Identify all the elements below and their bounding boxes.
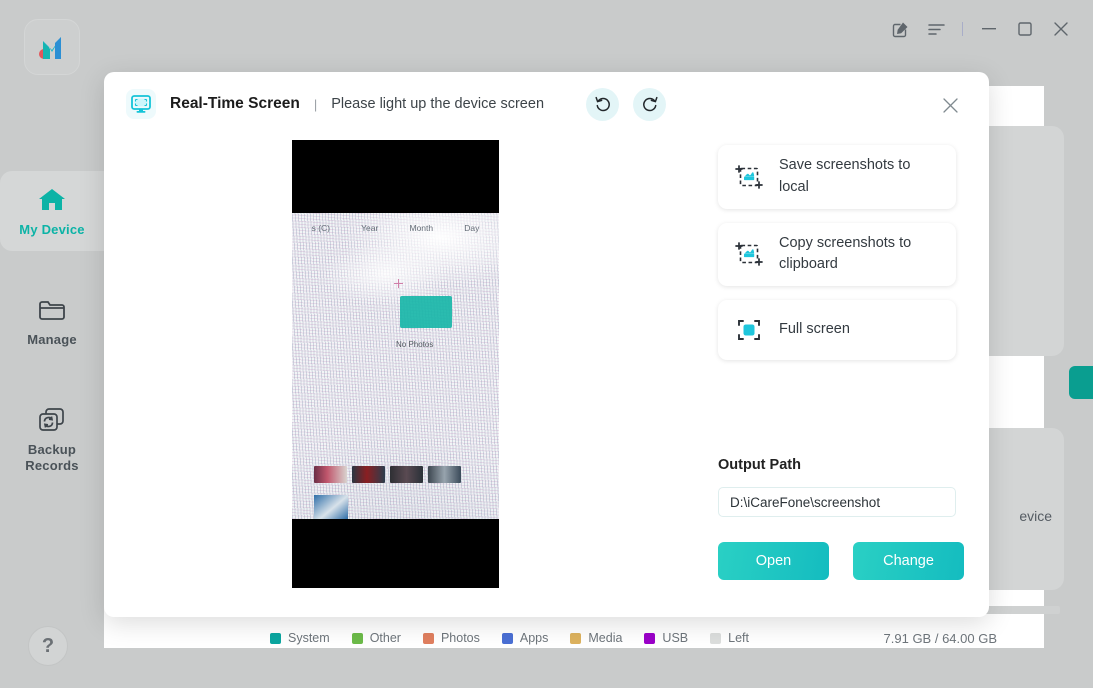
save-screenshots-button[interactable]: Save screenshots to local (718, 145, 956, 209)
action-list: Save screenshots to local Copy screensho… (718, 145, 956, 374)
output-path-input[interactable] (718, 487, 956, 517)
dialog-header: Real-Time Screen | Please light up the d… (104, 72, 989, 136)
full-screen-button[interactable]: Full screen (718, 300, 956, 360)
rotate-controls (586, 87, 667, 121)
screenshot-save-icon (735, 163, 763, 191)
preview-thumbnail-strip (314, 466, 461, 483)
preview-thumbnail (428, 466, 461, 483)
sidebar: My Device Manage Backup Records ? (0, 0, 104, 688)
help-button[interactable]: ? (28, 626, 68, 666)
dialog-button-row: Open Change (718, 542, 964, 580)
preview-tab: Year (361, 223, 379, 233)
action-label: Copy screenshots to clipboard (779, 234, 912, 273)
dialog-close-button[interactable] (939, 94, 961, 116)
app-logo (24, 19, 80, 75)
open-button[interactable]: Open (718, 542, 829, 580)
sidebar-item-backup-records[interactable]: Backup Records (0, 391, 104, 487)
preview-highlight (400, 296, 452, 328)
home-icon (37, 185, 67, 215)
sidebar-item-manage[interactable]: Manage (0, 281, 104, 361)
dialog-title: Real-Time Screen (170, 95, 300, 112)
screenshot-copy-icon (735, 240, 763, 268)
app-window: My Device Manage Backup Records ? evice … (0, 0, 1093, 688)
preview-empty-text: No Photos (396, 340, 434, 349)
preview-image: s (C) Year Month Day No Photos (292, 213, 499, 519)
action-label: Full screen (779, 321, 850, 338)
rotate-clockwise-icon[interactable] (633, 87, 667, 121)
monitor-screen-icon (126, 89, 156, 119)
change-button[interactable]: Change (853, 542, 964, 580)
sidebar-item-label: Backup Records (25, 442, 79, 473)
preview-thumbnail (390, 466, 423, 483)
preview-marker (394, 275, 403, 288)
logo-mark-icon (35, 33, 69, 61)
sidebar-item-label: Manage (27, 332, 77, 347)
dialog-title-separator: | (313, 96, 318, 112)
preview-thumbnail (314, 466, 347, 483)
preview-tab: s (C) (311, 223, 330, 233)
preview-thumbnail (314, 495, 348, 519)
preview-tab: Month (409, 223, 434, 233)
sidebar-item-label: My Device (19, 222, 85, 237)
preview-tab: Day (464, 223, 480, 233)
rotate-counterclockwise-icon[interactable] (586, 87, 620, 121)
device-screen-preview[interactable]: s (C) Year Month Day No Photos (292, 140, 499, 588)
sync-icon (37, 405, 67, 435)
sidebar-item-my-device[interactable]: My Device (0, 171, 104, 251)
fullscreen-icon (735, 316, 763, 344)
real-time-screen-dialog: Real-Time Screen | Please light up the d… (104, 72, 989, 617)
preview-tab-row: s (C) Year Month Day (292, 223, 499, 233)
folder-icon (37, 295, 67, 325)
action-label: Save screenshots to local (779, 157, 911, 195)
preview-letterbox-top (292, 140, 499, 213)
preview-letterbox-bottom (292, 519, 499, 588)
preview-thumbnail (352, 466, 385, 483)
dialog-subtitle: Please light up the device screen (331, 96, 545, 112)
help-label: ? (41, 634, 55, 657)
output-path-label: Output Path (718, 457, 801, 473)
sidebar-nav: My Device Manage Backup Records (0, 171, 104, 487)
copy-screenshots-button[interactable]: Copy screenshots to clipboard (718, 222, 956, 286)
